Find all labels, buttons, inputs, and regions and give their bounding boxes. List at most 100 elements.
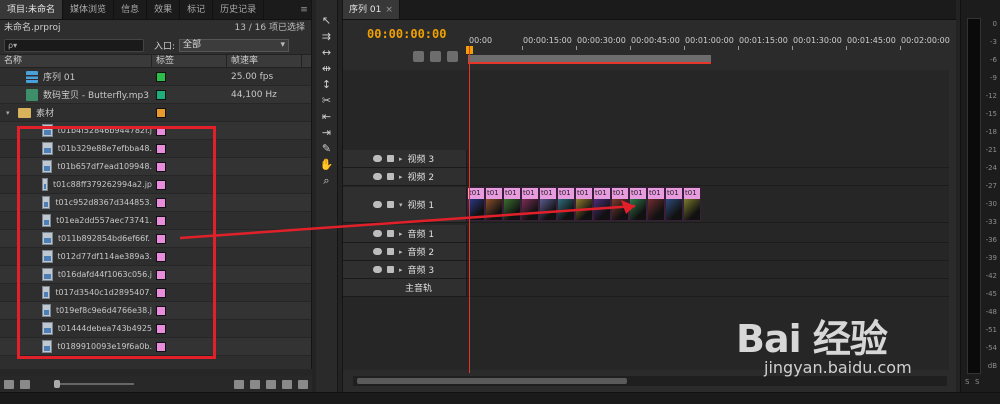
pen-icon[interactable]: ✎ <box>319 142 335 156</box>
video-clip[interactable]: t01 <box>665 187 683 221</box>
track-select-icon[interactable]: ⇉ <box>319 30 335 44</box>
label-swatch[interactable] <box>156 233 166 244</box>
file-row[interactable]: t019ef8c9e6d4766e38.j <box>0 302 311 320</box>
list-view-icon[interactable] <box>4 379 14 389</box>
video-clip[interactable]: t01 <box>683 187 701 221</box>
label-swatch[interactable] <box>156 305 166 316</box>
lock-icon[interactable] <box>387 248 394 255</box>
slip-icon[interactable]: ⇤ <box>319 110 335 124</box>
hand-icon[interactable]: ✋ <box>319 158 335 172</box>
column-name[interactable]: 名称 <box>0 55 152 67</box>
time-ruler[interactable]: 00:00 00:00:15:00 00:00:30:00 00:00:45:00 00… <box>468 33 950 68</box>
column-tag[interactable]: 标签 <box>152 55 227 67</box>
tab-history[interactable]: 历史记录 <box>213 0 265 19</box>
file-row[interactable]: t012d77df114ae389a3. <box>0 248 311 266</box>
tab-markers[interactable]: 标记 <box>180 0 214 19</box>
delete-icon[interactable] <box>298 379 308 389</box>
timecode-display[interactable]: 00:00:00:00 <box>367 27 446 41</box>
timeline-scrollbar[interactable] <box>353 376 947 386</box>
lock-icon[interactable] <box>387 201 394 208</box>
automate-icon[interactable] <box>234 379 244 389</box>
expand-triangle-icon[interactable]: ▸ <box>399 155 403 163</box>
lock-icon[interactable] <box>387 266 394 273</box>
label-swatch[interactable] <box>156 71 166 82</box>
expand-triangle-icon[interactable]: ▸ <box>399 266 403 274</box>
video-clip[interactable]: t01 <box>647 187 665 221</box>
speaker-icon[interactable] <box>373 230 382 237</box>
tab-media-browser[interactable]: 媒体浏览 <box>63 0 115 19</box>
label-swatch[interactable] <box>156 179 166 190</box>
slide-icon[interactable]: ⇥ <box>319 126 335 140</box>
track-content[interactable] <box>467 261 949 279</box>
project-item-row[interactable]: 数码宝贝 - Butterfly.mp3 44,100 Hz <box>0 86 311 104</box>
work-area-bar[interactable] <box>468 55 711 64</box>
tab-project[interactable]: 项目:未命名 <box>0 0 64 19</box>
label-swatch[interactable] <box>156 341 166 352</box>
expand-triangle-icon[interactable]: ▾ <box>6 109 14 117</box>
expand-triangle-icon[interactable]: ▾ <box>399 201 403 209</box>
label-swatch[interactable] <box>156 161 166 172</box>
tab-sequence[interactable]: 序列 01 × <box>343 0 400 19</box>
file-row[interactable]: t01c88ff379262994a2.jp <box>0 176 311 194</box>
label-swatch[interactable] <box>156 89 166 100</box>
label-swatch[interactable] <box>156 143 166 154</box>
video-clip[interactable]: t01 <box>485 187 503 221</box>
label-swatch[interactable] <box>156 215 166 226</box>
eye-icon[interactable] <box>373 201 382 208</box>
file-row[interactable]: t01c952d8367d344853. <box>0 194 311 212</box>
video-clip[interactable]: t01 <box>593 187 611 221</box>
track-content[interactable] <box>467 225 949 243</box>
label-swatch[interactable] <box>156 251 166 262</box>
tab-info[interactable]: 信息 <box>114 0 148 19</box>
add-marker-icon[interactable] <box>447 51 458 62</box>
expand-triangle-icon[interactable]: ▸ <box>399 230 403 238</box>
lock-icon[interactable] <box>387 173 394 180</box>
label-swatch[interactable] <box>156 269 166 280</box>
video-clip[interactable]: t01 <box>611 187 629 221</box>
file-row[interactable]: t01b329e88e7efbba48. <box>0 140 311 158</box>
panel-menu-icon[interactable]: ≡ <box>297 0 311 19</box>
eye-icon[interactable] <box>373 173 382 180</box>
video-clip[interactable]: t01 <box>629 187 647 221</box>
expand-triangle-icon[interactable]: ▸ <box>399 173 403 181</box>
video-clip[interactable]: t01 <box>521 187 539 221</box>
snap-icon[interactable] <box>413 51 424 62</box>
rate-stretch-icon[interactable]: ↕ <box>319 78 335 92</box>
expand-triangle-icon[interactable]: ▸ <box>399 248 403 256</box>
track-content[interactable] <box>467 168 949 186</box>
project-item-row[interactable]: ▾ 素材 <box>0 104 311 122</box>
razor-icon[interactable]: ✂ <box>319 94 335 108</box>
track-content[interactable] <box>467 243 949 261</box>
speaker-icon[interactable] <box>373 266 382 273</box>
new-item-icon[interactable] <box>282 379 292 389</box>
file-row[interactable]: t016dafd44f1063c056.j <box>0 266 311 284</box>
video-clip[interactable]: t01 <box>557 187 575 221</box>
zoom-icon[interactable]: ⌕ <box>319 174 335 188</box>
label-swatch[interactable] <box>156 107 166 118</box>
track-content[interactable]: t01 t01 t01 t01 t01 t01 t01 t01 t01 t01 t01 t01 t01 <box>467 187 949 223</box>
selection-tool-icon[interactable]: ↖ <box>319 14 335 28</box>
eye-icon[interactable] <box>373 155 382 162</box>
marker-icon[interactable] <box>430 51 441 62</box>
video-clip[interactable]: t01 <box>575 187 593 221</box>
track-content[interactable] <box>467 279 949 297</box>
video-clip[interactable]: t01 <box>539 187 557 221</box>
track-content[interactable] <box>467 150 949 168</box>
file-row[interactable]: t0189910093e19f6a0b. <box>0 338 311 356</box>
lock-icon[interactable] <box>387 230 394 237</box>
label-swatch[interactable] <box>156 125 166 136</box>
label-swatch[interactable] <box>156 197 166 208</box>
close-icon[interactable]: × <box>385 5 393 15</box>
timeline-scroll-thumb[interactable] <box>357 378 627 384</box>
label-swatch[interactable] <box>156 287 166 298</box>
new-bin-icon[interactable] <box>266 379 276 389</box>
ripple-edit-icon[interactable]: ↔ <box>319 46 335 60</box>
icon-view-icon[interactable] <box>20 379 30 389</box>
lock-icon[interactable] <box>387 155 394 162</box>
label-swatch[interactable] <box>156 323 166 334</box>
file-row[interactable]: t01444debea743b4925 <box>0 320 311 338</box>
file-row[interactable]: t017d3540c1d2895407. <box>0 284 311 302</box>
solo-right-button[interactable]: S <box>975 378 997 386</box>
in-select[interactable]: 全部 ▾ <box>179 39 290 52</box>
search-input[interactable]: ρ▾ <box>4 39 144 52</box>
